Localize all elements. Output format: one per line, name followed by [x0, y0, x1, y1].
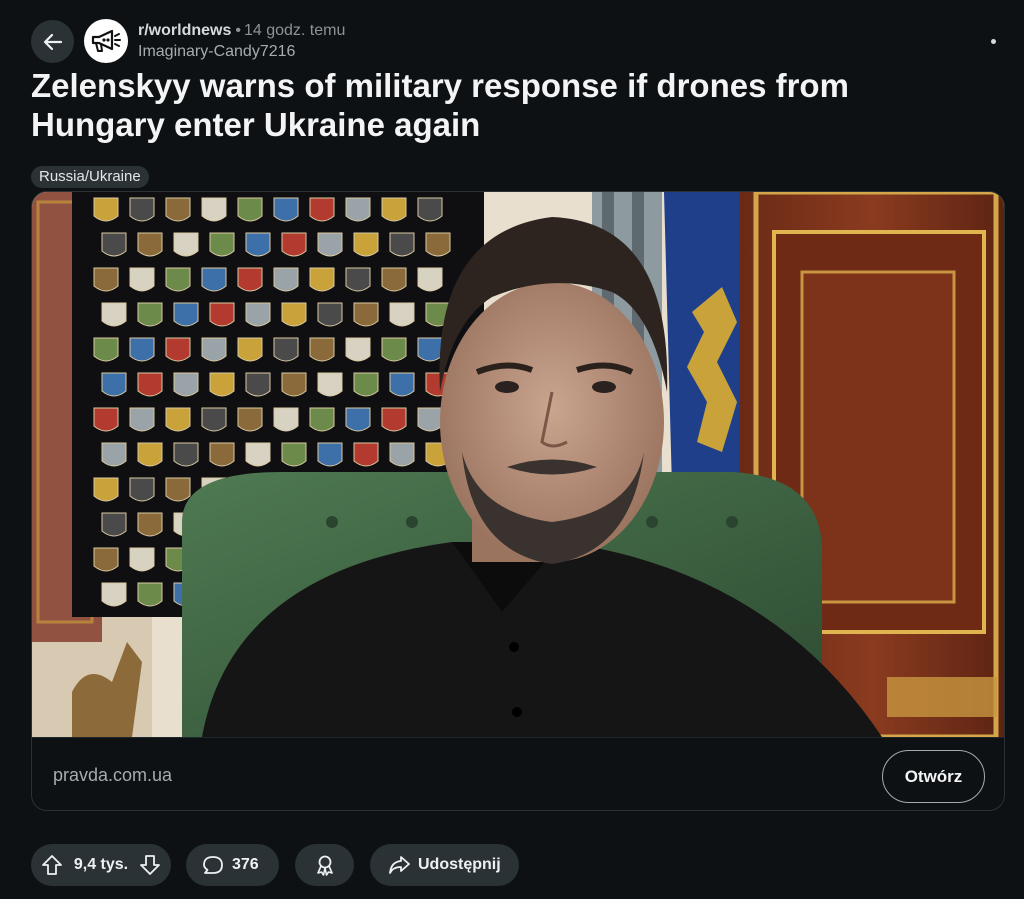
subreddit-name[interactable]: r/worldnews — [138, 22, 231, 39]
post-title[interactable]: Zelenskyy warns of military response if … — [31, 66, 991, 144]
more-options-button[interactable] — [976, 28, 1010, 54]
back-button[interactable] — [31, 20, 74, 63]
more-horizontal-icon — [990, 38, 996, 44]
arrow-up-icon[interactable] — [41, 854, 63, 876]
share-arrow-icon — [388, 854, 410, 876]
comments-button[interactable]: 376 — [186, 844, 279, 886]
post-author[interactable]: Imaginary-Candy7216 — [138, 42, 295, 62]
post-page: r/worldnews • 14 godz. temu Imaginary-Cand… — [0, 0, 1024, 899]
post-meta: r/worldnews • 14 godz. temu — [138, 21, 345, 41]
share-label: Udostępnij — [418, 856, 501, 873]
open-link-button[interactable]: Otwórz — [882, 750, 985, 803]
arrow-left-icon — [42, 31, 64, 53]
link-domain[interactable]: pravda.com.ua — [53, 764, 172, 786]
comment-count: 376 — [232, 856, 259, 873]
subreddit-avatar[interactable] — [84, 19, 128, 63]
link-bar: pravda.com.ua Otwórz — [32, 737, 1004, 810]
vote-control: 9,4 tys. — [31, 844, 171, 886]
share-button[interactable]: Udostępnij — [370, 844, 519, 886]
meta-separator: • — [235, 22, 241, 39]
vote-count: 9,4 tys. — [73, 856, 129, 873]
article-thumbnail[interactable] — [32, 192, 1004, 737]
arrow-down-icon[interactable] — [139, 854, 161, 876]
award-button[interactable] — [295, 844, 354, 886]
speech-bubble-icon — [202, 854, 224, 876]
megaphone-icon — [90, 28, 122, 54]
post-flair[interactable]: Russia/Ukraine — [31, 166, 149, 188]
link-preview-card[interactable]: pravda.com.ua Otwórz — [31, 191, 1005, 811]
award-icon — [314, 854, 336, 876]
post-time: 14 godz. temu — [243, 22, 346, 39]
